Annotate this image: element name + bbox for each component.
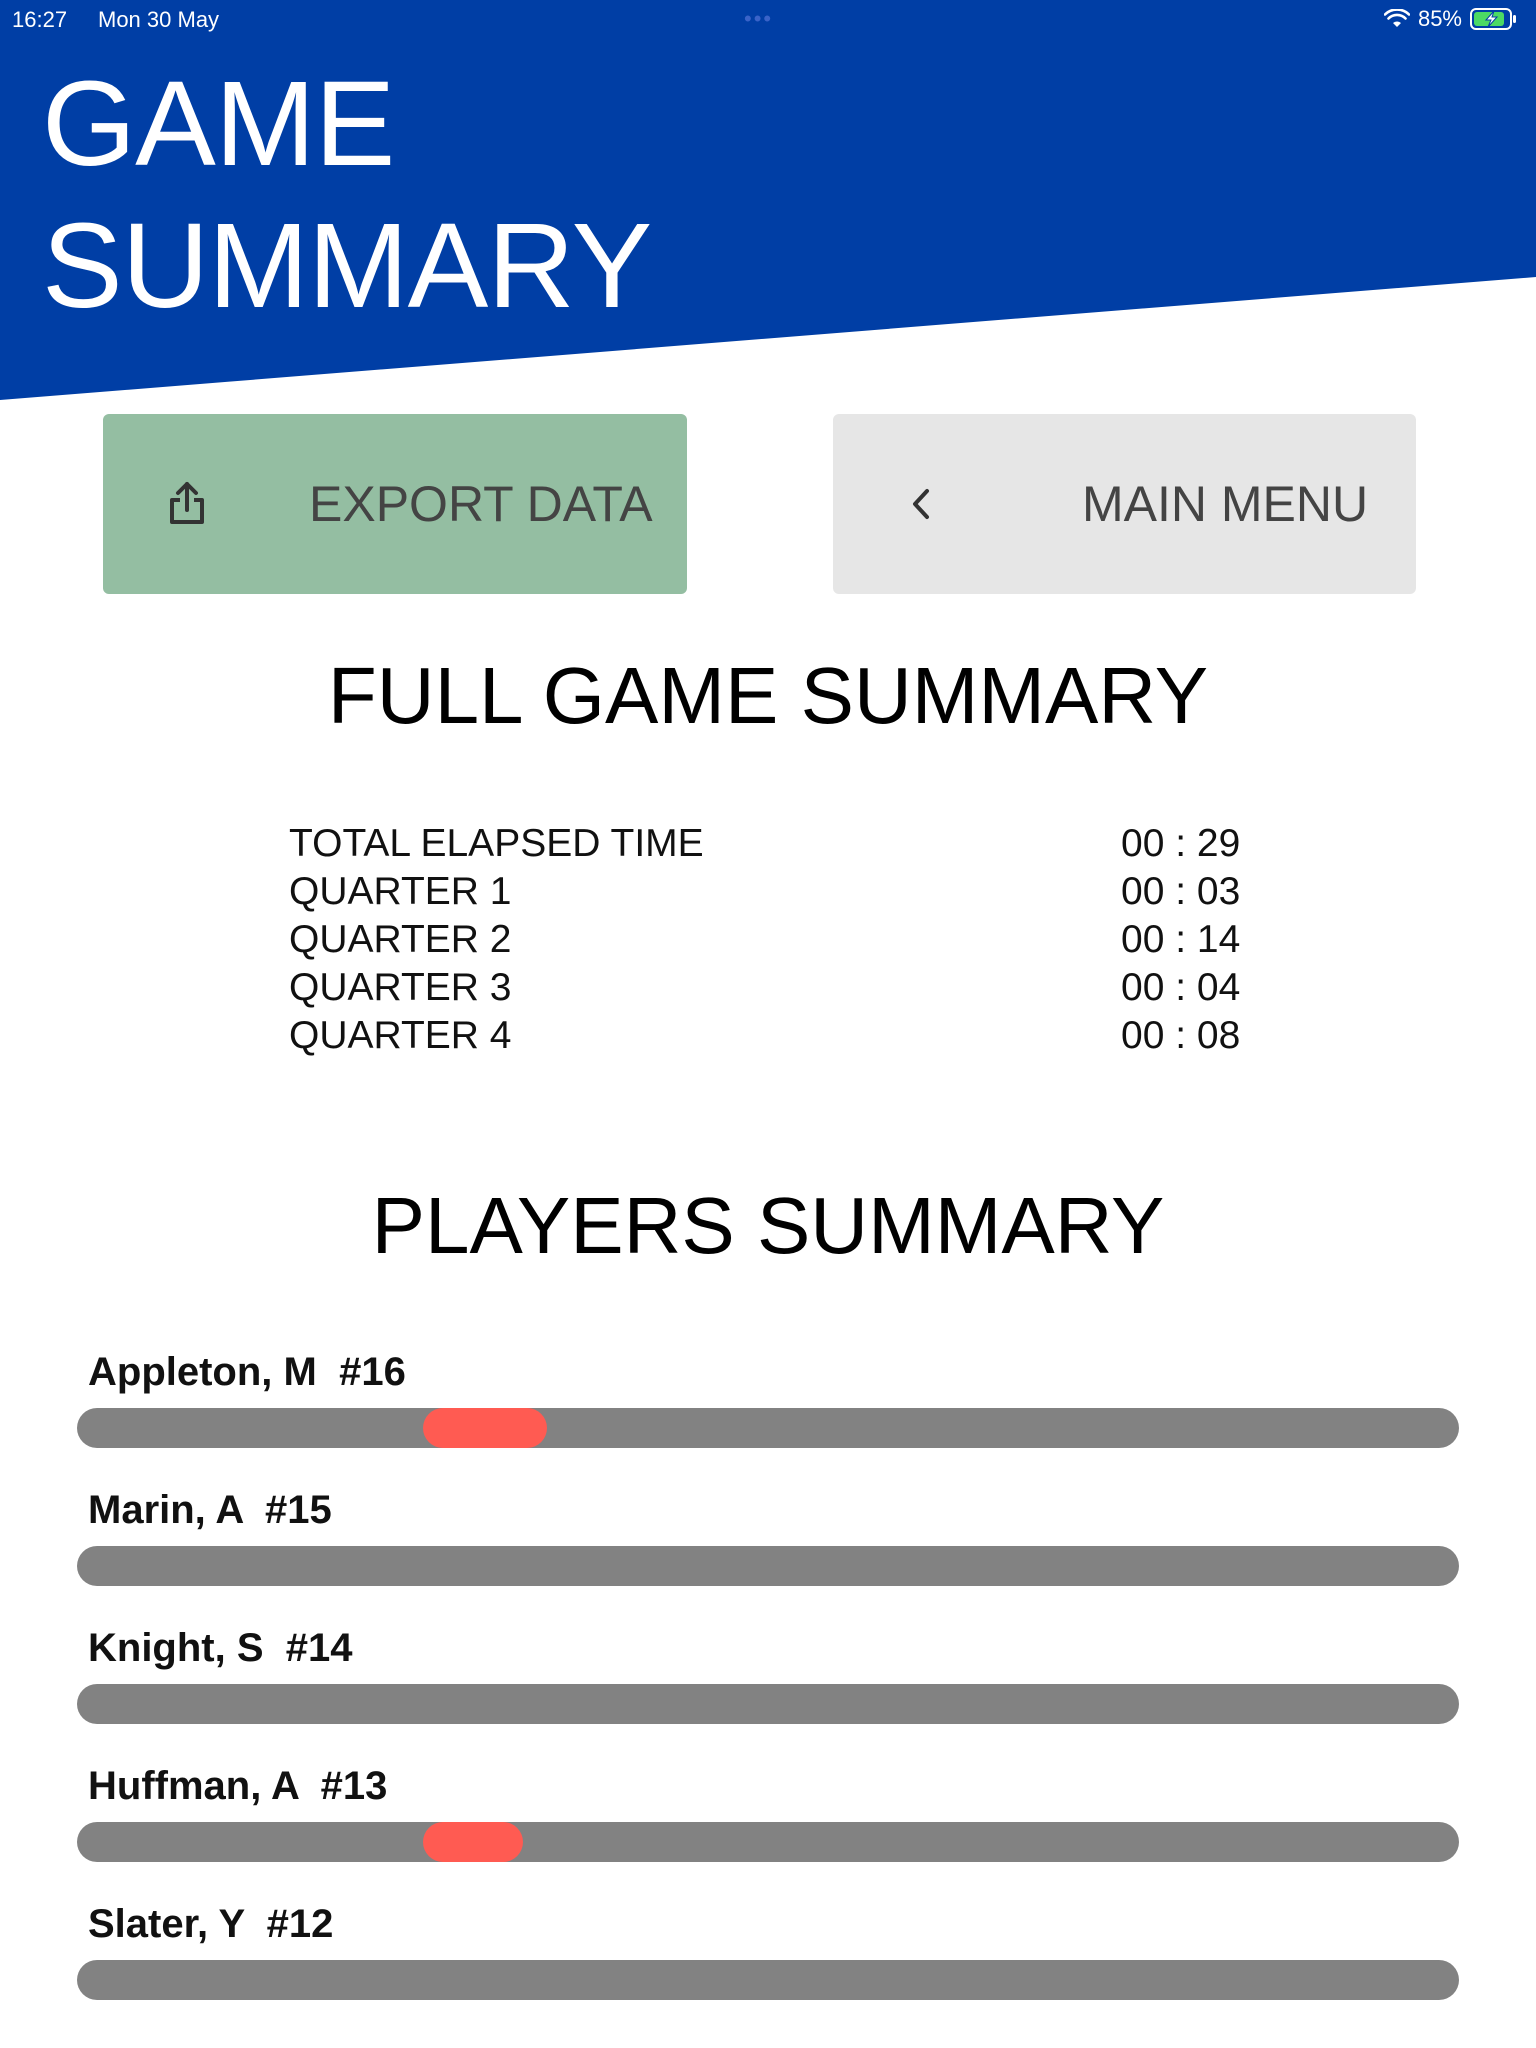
player-timeline-bar: [77, 1546, 1459, 1586]
player-row: Marin, A #15: [0, 1478, 1536, 1616]
chevron-left-icon: [913, 489, 929, 519]
main-menu-label: MAIN MENU: [1082, 476, 1369, 532]
time-label: QUARTER 4: [289, 1014, 512, 1057]
time-row-quarter-4: QUARTER 4 00 : 08: [289, 1012, 1289, 1060]
player-name: Knight, S #14: [88, 1626, 353, 1670]
status-indicators: 85%: [1383, 6, 1518, 32]
player-timeline-bar: [77, 1960, 1459, 2000]
page-title: GAME SUMMARY: [42, 55, 652, 333]
player-name: Marin, A #15: [88, 1488, 332, 1532]
status-bar: 16:27 Mon 30 May ••• 85%: [0, 0, 1536, 40]
time-label: QUARTER 3: [289, 966, 512, 1009]
player-timeline-bar: [77, 1684, 1459, 1724]
time-value: 00 : 14: [1121, 918, 1241, 961]
time-label: QUARTER 1: [289, 870, 512, 913]
player-on-court-segment: [422, 1822, 524, 1862]
player-name: Huffman, A #13: [88, 1764, 388, 1808]
share-icon: [170, 482, 204, 524]
time-value: 00 : 08: [1121, 1014, 1241, 1057]
time-row-quarter-1: QUARTER 1 00 : 03: [289, 868, 1289, 916]
time-value: 00 : 29: [1121, 822, 1241, 865]
player-list: Appleton, M #16 Marin, A #15 Knight, S #…: [0, 1340, 1536, 2030]
game-time-table: TOTAL ELAPSED TIME 00 : 29 QUARTER 1 00 …: [289, 820, 1289, 1060]
time-value: 00 : 04: [1121, 966, 1241, 1009]
battery-percentage: 85%: [1417, 6, 1462, 31]
player-row: Slater, Y #12: [0, 1892, 1536, 2030]
time-row-quarter-2: QUARTER 2 00 : 14: [289, 916, 1289, 964]
status-time: 16:27: [12, 7, 68, 32]
player-timeline-bar: [77, 1822, 1459, 1862]
battery-charging-icon: [1470, 8, 1516, 30]
player-name: Appleton, M #16: [88, 1350, 406, 1394]
player-row: Appleton, M #16: [0, 1340, 1536, 1478]
time-label: TOTAL ELAPSED TIME: [289, 822, 704, 865]
full-game-summary-heading: FULL GAME SUMMARY: [327, 651, 1209, 740]
player-on-court-segment: [422, 1408, 547, 1448]
player-timeline-bar: [77, 1408, 1459, 1448]
time-row-quarter-3: QUARTER 3 00 : 04: [289, 964, 1289, 1012]
player-row: Huffman, A #13: [0, 1754, 1536, 1892]
time-label: QUARTER 2: [289, 918, 512, 961]
status-date: Mon 30 May: [98, 7, 220, 32]
multitasking-dots-icon[interactable]: •••: [744, 6, 773, 32]
players-summary-heading: PLAYERS SUMMARY: [371, 1181, 1165, 1270]
player-name: Slater, Y #12: [88, 1902, 334, 1946]
player-row: Knight, S #14: [0, 1616, 1536, 1754]
time-value: 00 : 03: [1121, 870, 1241, 913]
export-data-button[interactable]: EXPORT DATA: [103, 414, 687, 594]
main-menu-button[interactable]: MAIN MENU: [833, 414, 1416, 594]
time-row-total: TOTAL ELAPSED TIME 00 : 29: [289, 820, 1289, 868]
wifi-icon: [1383, 9, 1410, 27]
export-data-label: EXPORT DATA: [309, 476, 653, 532]
